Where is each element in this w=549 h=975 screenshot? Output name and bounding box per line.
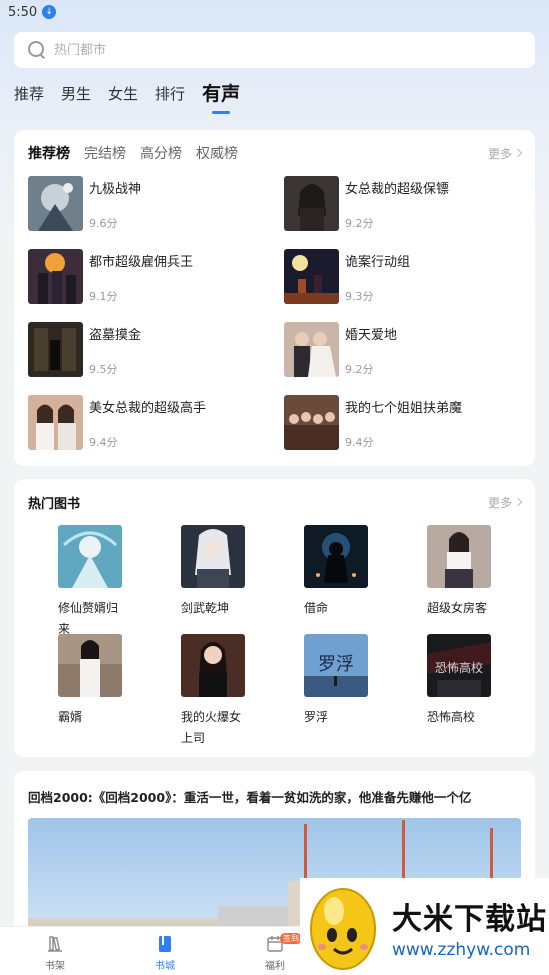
nav-bookshelf[interactable]: 书架 [0,927,110,975]
book-cover [58,634,122,697]
book-cover [181,525,245,588]
book-title: 超级女房客 [427,601,488,615]
watermark-url: www.zzhyw.com [392,939,531,960]
status-time: 5:50 [8,4,38,20]
book-item[interactable]: 剑武乾坤 [165,525,245,619]
book-cover [181,634,245,697]
book-item[interactable]: 我的火爆女上司 [165,634,245,749]
book-title: 都市超级雇佣兵王 [89,255,194,270]
section-title: 热门图书 [28,496,81,512]
book-score: 9.1分 [89,290,118,303]
tab-male[interactable]: 男生 [61,83,91,114]
tab-recommend[interactable]: 推荐 [14,83,44,114]
ranking-card: 推荐榜 完结榜 高分榜 权威榜 更多 九极战神 9.6分 女总裁的超级保镖 9.2分 [14,130,535,466]
book-cover: 恐怖高校 [427,634,491,697]
book-item[interactable]: 罗浮 罗浮 [288,634,368,728]
book-cover [427,525,491,588]
book-cover [28,176,83,231]
book-item[interactable]: 恐怖高校 恐怖高校 [411,634,491,728]
book-cover [28,249,83,304]
download-icon: ↓ [42,5,57,19]
cover-title-text: 恐怖高校 [435,660,483,675]
site-watermark: 大米下载站 www.zzhyw.com [300,878,549,975]
book-score: 9.2分 [345,217,374,230]
book-item[interactable]: 修仙赘婿归来 [42,525,122,640]
search-bar[interactable] [14,32,535,68]
checkin-badge: 签到 [280,933,302,944]
book-title: 诡案行动组 [345,255,411,270]
chevron-right-icon [513,497,523,507]
book-score: 9.6分 [89,217,118,230]
book-title: 盗墓摸金 [89,328,142,343]
book-title: 女总裁的超级保镖 [345,182,450,197]
book-cover [284,322,339,377]
search-input[interactable] [54,42,514,58]
book-item[interactable]: 超级女房客 [411,525,491,619]
book-title: 恐怖高校 [427,710,476,724]
book-cover [284,395,339,450]
ranking-more-link[interactable]: 更多 [488,145,523,162]
book-item[interactable]: 霸婿 [42,634,122,728]
ranking-item[interactable]: 我的七个姐姐扶弟魔 9.4分 [284,395,524,451]
book-title: 罗浮 [304,710,329,724]
book-cover: 罗浮 [304,634,368,697]
tab-female[interactable]: 女生 [108,83,138,114]
ranking-item[interactable]: 诡案行动组 9.3分 [284,249,524,305]
cover-title-text: 罗浮 [318,654,354,675]
book-score: 9.5分 [89,363,118,376]
book-score: 9.4分 [89,436,118,449]
book-item[interactable]: 借命 [288,525,368,619]
book-cover [28,395,83,450]
search-icon [28,41,46,59]
book-title: 九极战神 [89,182,142,197]
ranking-item[interactable]: 美女总裁的超级高手 9.4分 [28,395,268,451]
ranking-tab-finished[interactable]: 完结榜 [84,143,126,163]
book-cover [284,249,339,304]
book-icon [159,936,171,952]
tab-ranking[interactable]: 排行 [155,83,185,114]
book-cover [28,322,83,377]
ranking-item[interactable]: 婚天爱地 9.2分 [284,322,524,378]
book-title: 美女总裁的超级高手 [89,401,207,416]
book-score: 9.4分 [345,436,374,449]
hot-books-more-link[interactable]: 更多 [488,494,523,511]
book-title: 我的七个姐姐扶弟魔 [345,401,463,416]
tab-audio[interactable]: 有声 [202,79,240,114]
ranking-item[interactable]: 女总裁的超级保镖 9.2分 [284,176,524,232]
book-score: 9.2分 [345,363,374,376]
category-tabs: 推荐 男生 女生 排行 有声 [14,80,257,114]
ranking-item[interactable]: 都市超级雇佣兵王 9.1分 [28,249,268,305]
ranking-tab-authority[interactable]: 权威榜 [196,143,238,163]
ranking-tab-recommend[interactable]: 推荐榜 [28,143,70,163]
book-title: 霸婿 [58,710,83,724]
ranking-tabs: 推荐榜 完结榜 高分榜 权威榜 [28,143,252,163]
book-cover [58,525,122,588]
book-title: 我的火爆女上司 [181,710,242,745]
bookshelf-icon [48,936,62,952]
book-title: 剑武乾坤 [181,601,230,615]
nav-bookstore[interactable]: 书城 [110,927,220,975]
article-title: 回档2000:《回档2000》：重活一世，看着一贫如洗的家，他准备先赚他一个亿 [28,790,472,805]
status-bar: 5:50 ↓ [0,0,549,24]
ranking-item[interactable]: 盗墓摸金 9.5分 [28,322,268,378]
watermark-title: 大米下载站 [392,901,547,937]
book-title: 借命 [304,601,329,615]
book-title: 婚天爱地 [345,328,398,343]
ranking-item[interactable]: 九极战神 9.6分 [28,176,268,232]
hot-books-card: 热门图书 更多 修仙赘婿归来 剑武乾坤 借命 超级女房客 霸婿 我的火爆女上司 … [14,479,535,757]
ranking-tab-high-score[interactable]: 高分榜 [140,143,182,163]
book-score: 9.3分 [345,290,374,303]
active-tab-indicator [212,111,231,114]
rice-mascot-logo [310,887,376,970]
chevron-right-icon [513,148,523,158]
book-cover [304,525,368,588]
book-cover [284,176,339,231]
